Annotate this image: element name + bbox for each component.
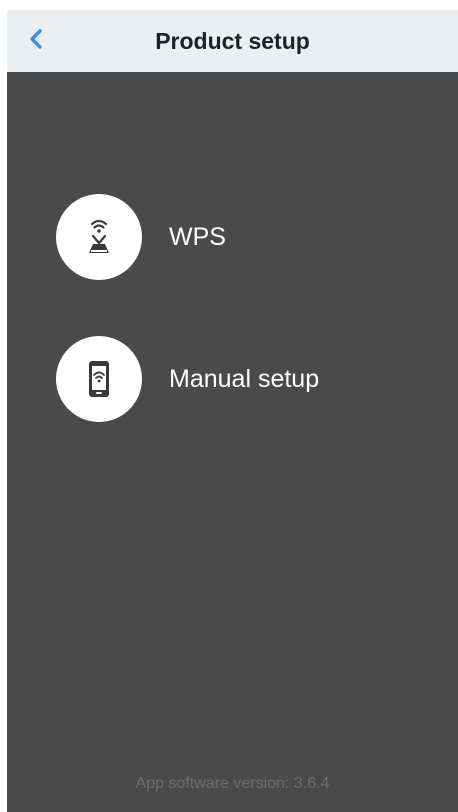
app-version-text: App software version: 3.6.4 <box>135 775 330 792</box>
screen: Product setup WPS Manual setup App softw… <box>7 10 458 812</box>
wps-label: WPS <box>169 222 226 251</box>
manual-setup-label: Manual setup <box>169 364 320 393</box>
wps-option[interactable]: WPS <box>56 194 416 280</box>
wps-router-icon <box>56 194 142 280</box>
header-bar: Product setup <box>7 10 458 72</box>
page-title: Product setup <box>155 28 310 54</box>
manual-setup-option[interactable]: Manual setup <box>56 336 416 422</box>
phone-wifi-icon <box>56 336 142 422</box>
